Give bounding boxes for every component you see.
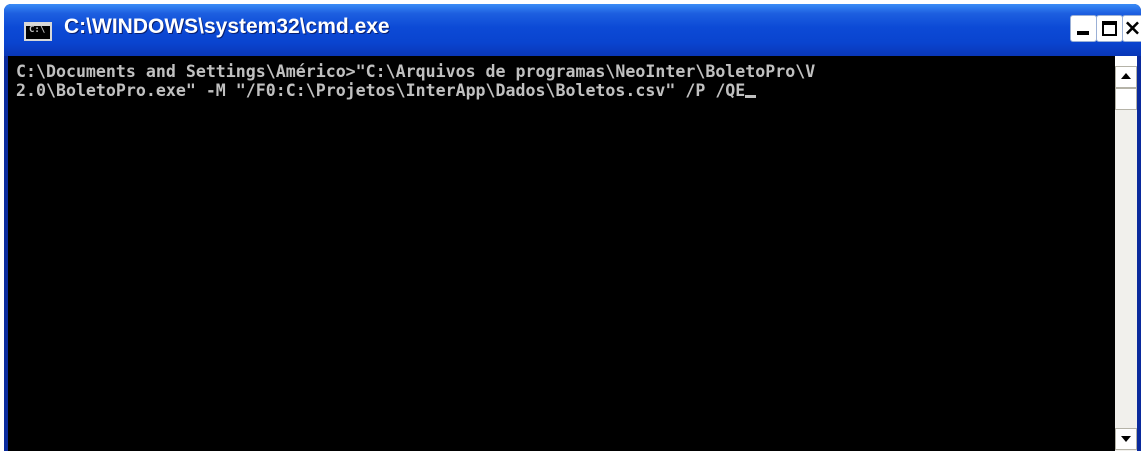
minimize-button[interactable] — [1070, 15, 1097, 42]
close-button[interactable]: × — [1122, 15, 1142, 42]
cmd-window: C:\ C:\WINDOWS\system32\cmd.exe × C:\Doc… — [4, 4, 1142, 451]
scroll-down-button[interactable] — [1115, 428, 1137, 450]
window-title: C:\WINDOWS\system32\cmd.exe — [64, 15, 390, 38]
scroll-up-button[interactable] — [1115, 66, 1137, 88]
cmd-console-icon[interactable]: C:\ — [24, 22, 52, 41]
close-icon: × — [1123, 16, 1142, 41]
maximize-button[interactable] — [1096, 15, 1123, 42]
maximize-icon — [1102, 21, 1117, 36]
scroll-down-arrow-icon — [1121, 436, 1131, 442]
console-line-2: 2.0\BoletoPro.exe" -M "/F0:C:\Projetos\I… — [16, 81, 746, 100]
text-cursor — [745, 95, 757, 98]
console-line-1: C:\Documents and Settings\Américo>"C:\Ar… — [16, 62, 816, 81]
console-output[interactable]: C:\Documents and Settings\Américo>"C:\Ar… — [16, 62, 1106, 447]
scrollbar-thumb[interactable] — [1115, 88, 1137, 110]
cmd-icon-text: C:\ — [29, 25, 46, 35]
scrollbar-track — [1115, 56, 1137, 66]
scroll-up-arrow-icon — [1121, 73, 1131, 79]
title-bar[interactable]: C:\ C:\WINDOWS\system32\cmd.exe × — [4, 4, 1142, 56]
console-area[interactable]: C:\Documents and Settings\Américo>"C:\Ar… — [8, 56, 1137, 451]
minimize-icon — [1077, 31, 1089, 35]
vertical-scrollbar[interactable] — [1115, 56, 1137, 451]
